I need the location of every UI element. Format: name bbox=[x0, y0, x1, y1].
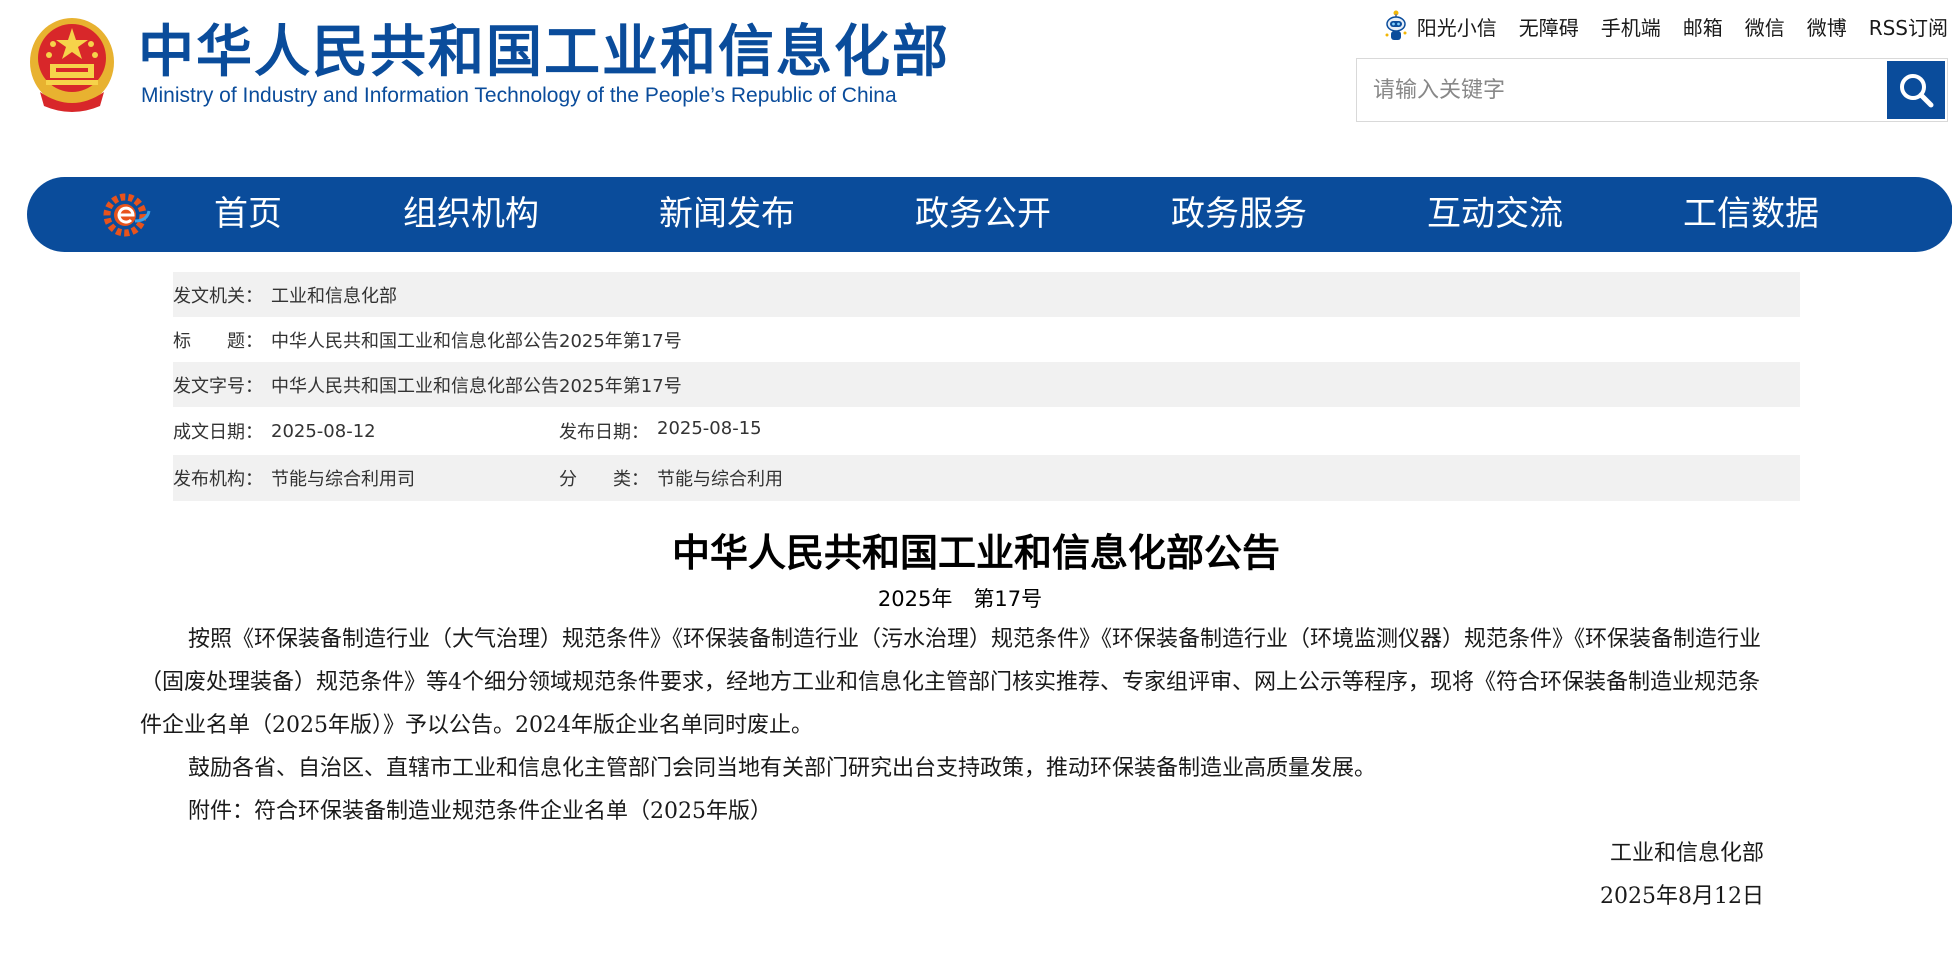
document-body: 按照《环保装备制造行业（大气治理）规范条件》《环保装备制造行业（污水治理）规范条… bbox=[140, 618, 1780, 833]
meta-label-title: 标 题： bbox=[173, 330, 263, 352]
document-title: 中华人民共和国工业和信息化部公告 bbox=[671, 531, 1280, 575]
nav-item-interaction[interactable]: 互动交流 bbox=[1427, 177, 1563, 252]
top-links-bar: 阳光小信 无障碍 手机端 邮箱 微信 微博 RSS订阅 bbox=[1383, 8, 1948, 44]
meta-row-title: 标 题： 中华人民共和国工业和信息化部公告2025年第17号 bbox=[173, 317, 1800, 362]
miit-logo-icon bbox=[101, 191, 151, 239]
meta-label-publisher: 发布机构： bbox=[173, 469, 263, 490]
document-signature: 工业和信息化部 2025年8月12日 bbox=[1600, 832, 1764, 918]
nav-item-gov-services[interactable]: 政务服务 bbox=[1171, 177, 1307, 252]
meta-row-publisher: 发布机构： 节能与综合利用司 分 类： 节能与综合利用 bbox=[173, 455, 1800, 501]
document-metadata-table: 发文机关： 工业和信息化部 标 题： 中华人民共和国工业和信息化部公告2025年… bbox=[173, 272, 1800, 501]
body-paragraph: 按照《环保装备制造行业（大气治理）规范条件》《环保装备制造行业（污水治理）规范条… bbox=[140, 627, 1762, 738]
meta-label-written-date: 成文日期： bbox=[173, 422, 263, 443]
meta-value-publisher: 节能与综合利用司 bbox=[271, 469, 415, 490]
nav-item-gov-affairs-open[interactable]: 政务公开 bbox=[915, 177, 1051, 252]
main-nav: 首页 组织机构 新闻发布 政务公开 政务服务 互动交流 工信数据 bbox=[27, 177, 1952, 252]
top-link-wechat[interactable]: 微信 bbox=[1745, 12, 1785, 41]
meta-label-category: 分 类： bbox=[559, 469, 649, 490]
top-link-weibo[interactable]: 微博 bbox=[1807, 12, 1847, 41]
search-box bbox=[1356, 58, 1948, 122]
attachment-link[interactable]: 附件：符合环保装备制造业规范条件企业名单（2025年版） bbox=[140, 790, 1780, 833]
national-emblem-logo bbox=[26, 14, 118, 116]
top-link-sunshine-xiaoxin[interactable]: 阳光小信 bbox=[1417, 12, 1497, 41]
top-link-accessibility[interactable]: 无障碍 bbox=[1519, 12, 1579, 41]
search-icon bbox=[1900, 74, 1934, 108]
nav-item-news[interactable]: 新闻发布 bbox=[659, 177, 795, 252]
meta-value-issuer: 工业和信息化部 bbox=[271, 285, 397, 307]
top-link-rss[interactable]: RSS订阅 bbox=[1869, 12, 1948, 41]
robot-assistant-icon[interactable] bbox=[1383, 9, 1409, 43]
nav-item-organization[interactable]: 组织机构 bbox=[403, 177, 539, 252]
signature-date: 2025年8月12日 bbox=[1600, 884, 1764, 909]
meta-value-publish-date: 2025-08-15 bbox=[657, 418, 762, 439]
meta-value-doc-number: 中华人民共和国工业和信息化部公告2025年第17号 bbox=[271, 375, 682, 397]
site-title: 中华人民共和国工业和信息化部 bbox=[138, 20, 950, 85]
meta-value-category: 节能与综合利用 bbox=[657, 469, 783, 490]
signature-org: 工业和信息化部 bbox=[1609, 841, 1764, 866]
nav-item-home[interactable]: 首页 bbox=[214, 177, 282, 252]
meta-label-publish-date: 发布日期： bbox=[559, 422, 649, 443]
search-button[interactable] bbox=[1887, 61, 1945, 119]
body-paragraph: 鼓励各省、自治区、直辖市工业和信息化主管部门会同当地有关部门研究出台支持政策，推… bbox=[188, 756, 1377, 781]
site-subtitle: Ministry of Industry and Information Tec… bbox=[141, 84, 897, 107]
document-number: 2025年 第17号 bbox=[877, 587, 1043, 611]
meta-label-issuer: 发文机关： bbox=[173, 285, 263, 307]
meta-row-dates: 成文日期： 2025-08-12 发布日期： 2025-08-15 bbox=[173, 407, 1800, 455]
meta-row-doc-number: 发文字号： 中华人民共和国工业和信息化部公告2025年第17号 bbox=[173, 362, 1800, 407]
top-link-mailbox[interactable]: 邮箱 bbox=[1683, 12, 1723, 41]
meta-value-written-date: 2025-08-12 bbox=[271, 420, 376, 442]
nav-item-data[interactable]: 工信数据 bbox=[1683, 177, 1819, 252]
top-link-mobile[interactable]: 手机端 bbox=[1601, 12, 1661, 41]
search-input[interactable] bbox=[1357, 59, 1887, 121]
meta-value-title: 中华人民共和国工业和信息化部公告2025年第17号 bbox=[271, 330, 682, 352]
meta-row-issuer: 发文机关： 工业和信息化部 bbox=[173, 272, 1800, 317]
meta-label-doc-number: 发文字号： bbox=[173, 375, 263, 397]
